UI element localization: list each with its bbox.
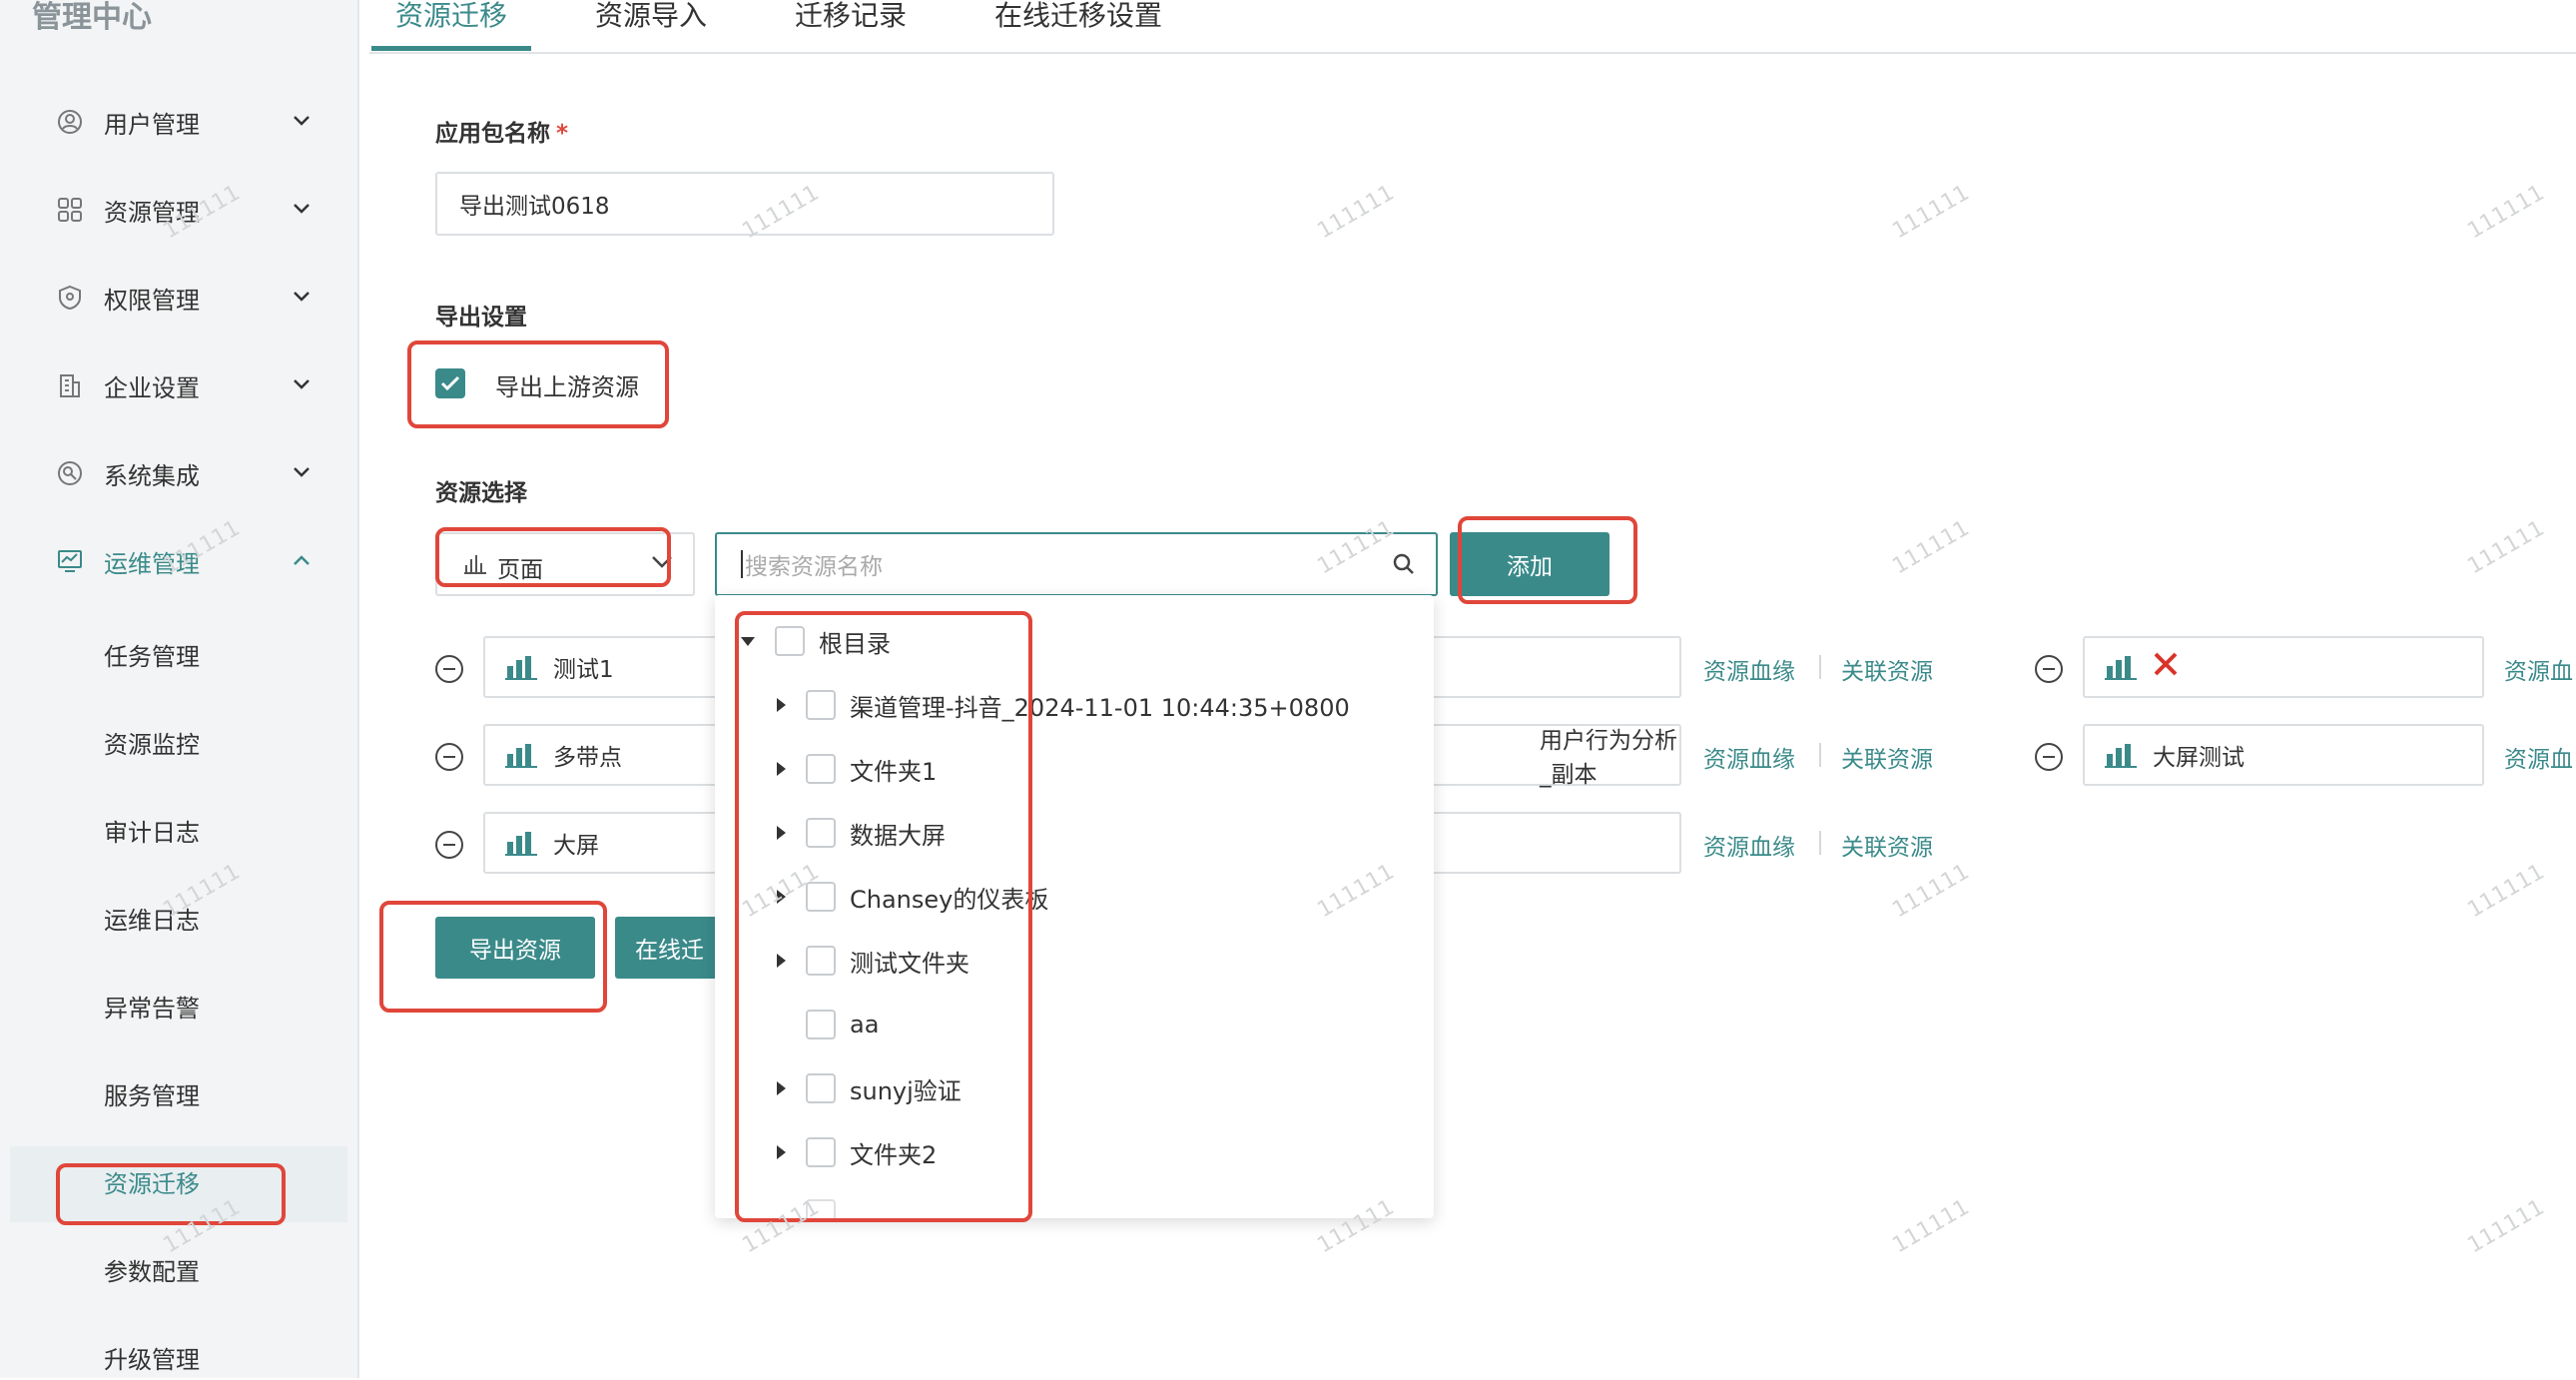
grid-icon [56, 196, 84, 224]
remove-resource-button[interactable] [2035, 655, 2063, 683]
search-icon[interactable] [1392, 552, 1416, 582]
chevron-down-icon [288, 370, 316, 398]
resource-lineage-link[interactable]: 资源血缘 [1703, 652, 1795, 686]
resource-name-second: 用户行为分析_副本 [1540, 728, 1677, 788]
resource-lineage-link-truncated[interactable]: 资源血 [2504, 652, 2573, 686]
highlight-box-resource-migration [56, 1163, 286, 1225]
sub-item-service-management[interactable]: 服务管理 [104, 1076, 200, 1116]
search-placeholder: 搜索资源名称 [745, 554, 883, 580]
package-name-label: 应用包名称 * [435, 121, 569, 147]
tab-resource-migration[interactable]: 资源迁移 [395, 0, 507, 42]
remove-resource-button[interactable] [435, 743, 463, 771]
resource-select-label: 资源选择 [435, 480, 527, 506]
highlight-box-export-upstream [407, 341, 669, 428]
chevron-down-icon [288, 458, 316, 486]
text-cursor [741, 550, 743, 578]
sub-item-alerts[interactable]: 异常告警 [104, 989, 200, 1029]
remove-resource-button[interactable] [435, 655, 463, 683]
resource-name: 大屏 [553, 833, 599, 859]
resource-lineage-link[interactable]: 资源血缘 [1703, 828, 1795, 862]
link-separator [1819, 831, 1821, 855]
sub-item-audit-log[interactable]: 审计日志 [104, 813, 200, 853]
chevron-up-icon [288, 546, 316, 574]
highlight-box-export [379, 901, 607, 1013]
chevron-down-icon [288, 107, 316, 135]
tab-migration-records[interactable]: 迁移记录 [795, 0, 907, 42]
error-x-icon [2153, 651, 2179, 683]
menu-label: 企业设置 [104, 373, 200, 402]
sub-item-parameter-config[interactable]: 参数配置 [104, 1252, 200, 1292]
highlight-box-resource-type [435, 527, 671, 587]
resource-item [2083, 636, 2484, 698]
required-mark: * [556, 121, 569, 147]
resource-name: 大屏测试 [2153, 745, 2245, 771]
integration-icon [56, 459, 84, 487]
bar-chart-icon [505, 654, 537, 680]
related-resource-link[interactable]: 关联资源 [1841, 828, 1933, 862]
sub-item-task-management[interactable]: 任务管理 [104, 637, 200, 677]
remove-resource-button[interactable] [2035, 743, 2063, 771]
resource-lineage-link[interactable]: 资源血缘 [1703, 740, 1795, 774]
bar-chart-icon [505, 742, 537, 768]
shield-icon [56, 284, 84, 312]
menu-enterprise-settings[interactable]: 企业设置 [56, 360, 325, 410]
highlight-box-tree [735, 611, 1032, 1222]
link-separator [1819, 655, 1821, 679]
menu-permission-management[interactable]: 权限管理 [56, 273, 325, 323]
sub-item-resource-monitoring[interactable]: 资源监控 [104, 725, 200, 765]
remove-resource-button[interactable] [435, 831, 463, 859]
sidebar: 管理中心 用户管理 资源管理 权限管理 企业设置 系统集成 运维管理 任务管理 … [0, 0, 359, 1378]
monitor-icon [56, 547, 84, 575]
menu-label: 系统集成 [104, 461, 200, 490]
bar-chart-icon [2105, 742, 2137, 768]
chevron-down-icon [288, 283, 316, 311]
user-circle-icon [56, 108, 84, 136]
resource-item: 大屏测试 [2083, 724, 2484, 786]
resource-name: 测试1 [553, 657, 614, 683]
menu-system-integration[interactable]: 系统集成 [56, 448, 325, 498]
resource-name: 多带点 [553, 745, 622, 771]
brand-title: 管理中心 [32, 0, 152, 35]
menu-label: 用户管理 [104, 110, 200, 139]
chevron-down-icon [288, 195, 316, 223]
related-resource-link[interactable]: 关联资源 [1841, 652, 1933, 686]
highlight-box-add [1458, 516, 1637, 604]
tab-resource-import[interactable]: 资源导入 [595, 0, 707, 42]
main-content: 资源迁移 资源导入 迁移记录 在线迁移设置 应用包名称 * 导出测试0618 导出… [369, 0, 2576, 1378]
export-settings-label: 导出设置 [435, 305, 527, 331]
bar-chart-icon [2105, 654, 2137, 680]
sub-item-upgrade-management[interactable]: 升级管理 [104, 1340, 200, 1380]
menu-label: 权限管理 [104, 286, 200, 315]
resource-lineage-link-truncated[interactable]: 资源血 [2504, 740, 2573, 774]
bar-chart-icon [505, 830, 537, 856]
link-separator [1819, 743, 1821, 767]
tab-bar: 资源迁移 资源导入 迁移记录 在线迁移设置 [369, 0, 2576, 54]
tab-online-migration-settings[interactable]: 在线迁移设置 [994, 0, 1162, 42]
active-tab-indicator [371, 46, 531, 51]
related-resource-link[interactable]: 关联资源 [1841, 740, 1933, 774]
building-icon [56, 371, 84, 399]
menu-user-management[interactable]: 用户管理 [56, 97, 325, 147]
